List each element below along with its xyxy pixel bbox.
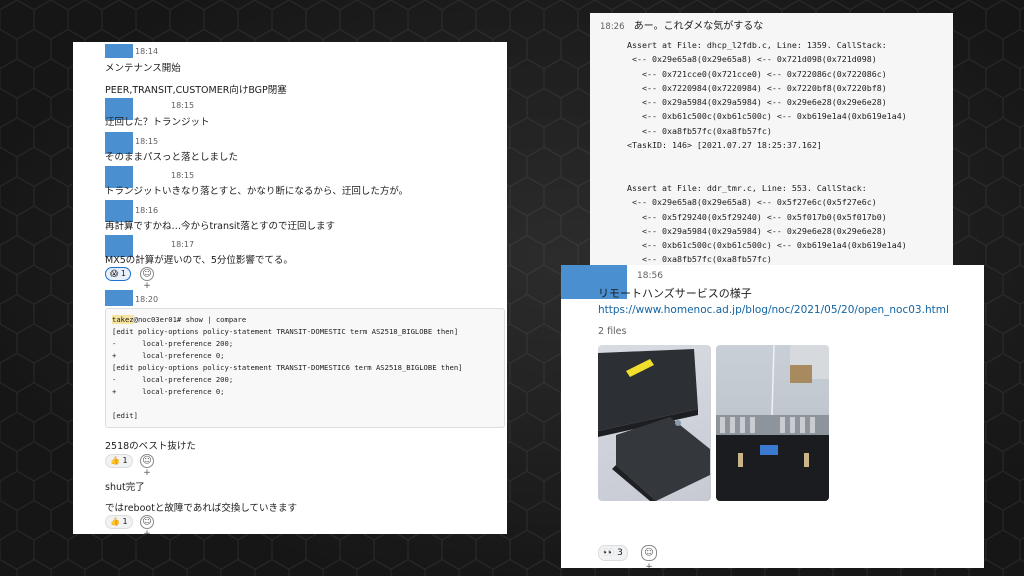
code-line: + local-preference 0; bbox=[112, 351, 225, 360]
code-line: <-- 0x29a5984(0x29a5984) <-- 0x29e6e28(0… bbox=[627, 225, 887, 236]
code-line: <TaskID: 146> [2021.07.27 18:25:37.162] bbox=[627, 140, 822, 151]
code-line: [edit policy-options policy-statement TR… bbox=[112, 363, 463, 372]
chat-panel-photos: 18:56 リモートハンズサービスの様子 https://www.homenoc… bbox=[561, 265, 984, 568]
message-text: リモートハンズサービスの様子 bbox=[598, 287, 752, 300]
code-line: <-- 0x5f29240(0x5f29240) <-- 0x5f017b0(0… bbox=[627, 211, 887, 222]
avatar[interactable] bbox=[105, 290, 133, 306]
code-line: <-- 0x29a5984(0x29a5984) <-- 0x29e6e28(0… bbox=[627, 97, 887, 108]
code-line: <-- 0xa8fb57fc(0xa8fb57fc) bbox=[627, 125, 772, 136]
add-reaction-icon[interactable]: ☺+ bbox=[641, 545, 657, 568]
reaction-thumbsup[interactable]: 👍 1 bbox=[105, 454, 133, 468]
message-text: 再計算ですかね…今からtransit落とすので迂回します bbox=[105, 221, 336, 232]
reaction-scream[interactable]: 😱 1 bbox=[105, 267, 131, 281]
code-line: <-- 0xb61c500c(0xb61c500c) <-- 0xb619e1a… bbox=[627, 240, 907, 251]
message-text: そのままパスっと落としました bbox=[105, 152, 239, 163]
reaction-thumbsup[interactable]: 👍 1 bbox=[105, 515, 133, 529]
message-text: PEER,TRANSIT,CUSTOMER向けBGP閉塞 bbox=[105, 85, 287, 96]
reaction-count: 1 bbox=[122, 456, 128, 465]
message-header: 18:26 あー。これダメな気がするな bbox=[600, 17, 763, 32]
scream-emoji-icon: 😱 bbox=[110, 269, 119, 278]
photo-router-boxes[interactable] bbox=[598, 345, 711, 501]
message-time: 18:26 bbox=[600, 22, 625, 32]
message-text: トランジットいきなり落とすと、かなり断になるから、迂回した方が。 bbox=[105, 186, 409, 197]
chat-panel-log: 18:26 あー。これダメな気がするな Assert at File: dhcp… bbox=[590, 13, 953, 265]
message-time: 18:20 bbox=[135, 295, 159, 304]
reaction-count: 1 bbox=[120, 269, 126, 278]
code-line: [edit policy-options policy-statement TR… bbox=[112, 327, 459, 336]
code-line: - local-preference 200; bbox=[112, 375, 234, 384]
code-line: <-- 0xa8fb57fc(0xa8fb57fc) bbox=[627, 254, 772, 265]
message-time: 18:16 bbox=[135, 206, 159, 215]
code-line: <-- 0x29e65a8(0x29e65a8) <-- 0x5f27e6c(0… bbox=[627, 197, 877, 208]
thumbs-up-icon: 👍 bbox=[110, 456, 120, 465]
message-time: 18:14 bbox=[135, 47, 159, 56]
user-mention[interactable]: takez bbox=[112, 315, 134, 324]
message-text: 2518のベスト抜けた bbox=[105, 441, 196, 452]
add-reaction-icon[interactable]: ☺+ bbox=[140, 267, 154, 291]
code-line: <-- 0xb61c500c(0xb61c500c) <-- 0xb619e1a… bbox=[627, 111, 907, 122]
message-text: MX5の計算が遅いので、5分位影響でてる。 bbox=[105, 255, 293, 266]
add-reaction-icon[interactable]: ☺+ bbox=[140, 515, 154, 534]
blog-link[interactable]: https://www.homenoc.ad.jp/blog/noc/2021/… bbox=[598, 304, 949, 316]
message-time: 18:15 bbox=[135, 137, 159, 146]
log-code-block: Assert at File: dhcp_l2fdb.c, Line: 1359… bbox=[627, 38, 953, 265]
reaction-count: 1 bbox=[122, 517, 128, 526]
files-count[interactable]: 2 files bbox=[598, 326, 626, 337]
message-time: 18:15 bbox=[171, 171, 195, 180]
code-line: <-- 0x7220984(0x7220984) <-- 0x7220bf8(0… bbox=[627, 82, 887, 93]
code-line: Assert at File: ddr_tmr.c, Line: 553. Ca… bbox=[627, 182, 867, 193]
photo-router-port[interactable] bbox=[716, 345, 829, 501]
eyes-icon: 👀 bbox=[603, 548, 615, 558]
message-text: shut完了 bbox=[105, 482, 145, 493]
router-photo-image bbox=[598, 349, 710, 501]
code-line: takez@noc03er01# show | compare bbox=[112, 315, 247, 324]
reaction-eyes[interactable]: 👀 3 bbox=[598, 545, 628, 561]
code-line: <-- 0x29e65a8(0x29e65a8) <-- 0x721d098(0… bbox=[627, 54, 877, 65]
code-line: [edit] bbox=[112, 411, 138, 420]
avatar[interactable] bbox=[105, 44, 133, 58]
message-time: 18:56 bbox=[637, 271, 663, 281]
message-text: ではrebootと故障であれば交換していきます bbox=[105, 503, 298, 514]
message-time: 18:17 bbox=[171, 240, 195, 249]
message-text: メンテナンス開始 bbox=[105, 63, 181, 74]
code-line: Assert at File: dhcp_l2fdb.c, Line: 1359… bbox=[627, 40, 887, 50]
reaction-count: 3 bbox=[617, 548, 623, 558]
message-text: 迂回した？トランジット bbox=[105, 117, 210, 128]
code-block: takez@noc03er01# show | compare [edit po… bbox=[105, 308, 505, 428]
chat-panel-left: 18:14 メンテナンス開始 PEER,TRANSIT,CUSTOMER向けBG… bbox=[73, 42, 507, 534]
message-time: 18:15 bbox=[171, 101, 195, 110]
router-port-photo-image bbox=[716, 345, 829, 501]
message-text: あー。これダメな気がするな bbox=[633, 21, 764, 32]
code-line: + local-preference 0; bbox=[112, 387, 225, 396]
thumbs-up-icon: 👍 bbox=[110, 517, 120, 526]
code-line: - local-preference 200; bbox=[112, 339, 234, 348]
code-line: <-- 0x721cce0(0x721cce0) <-- 0x722086c(0… bbox=[627, 68, 887, 79]
add-reaction-icon[interactable]: ☺+ bbox=[140, 454, 154, 478]
